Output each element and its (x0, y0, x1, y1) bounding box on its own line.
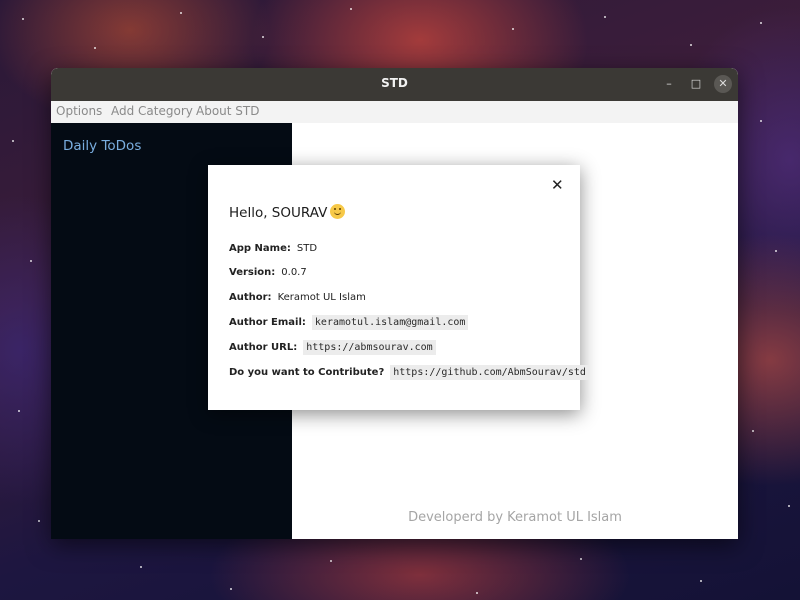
star-decoration (180, 12, 182, 14)
sidebar-item-daily-todos[interactable]: Daily ToDos (63, 138, 141, 154)
info-row-author-email: Author Email: keramotul.islam@gmail.com (229, 315, 469, 330)
info-value: STD (296, 243, 318, 254)
star-decoration (775, 250, 777, 252)
star-decoration (38, 520, 40, 522)
minimize-button[interactable]: – (660, 75, 678, 93)
star-decoration (230, 588, 232, 590)
maximize-button[interactable]: □ (687, 75, 705, 93)
window-title: STD (381, 76, 408, 90)
star-decoration (580, 558, 582, 560)
menu-add-category[interactable]: Add Category (111, 104, 193, 118)
about-dialog: ✕ Hello, SOURAV App Name: STD Version: 0.0… (208, 165, 589, 410)
info-value: Keramot UL Islam (277, 292, 366, 303)
developer-credit: Developerd by Keramot UL Islam (408, 510, 622, 525)
star-decoration (12, 140, 14, 142)
star-decoration (512, 28, 514, 30)
star-decoration (690, 44, 692, 46)
info-row-author-url: Author URL: https://abmsourav.com (229, 340, 436, 355)
star-decoration (140, 566, 142, 568)
info-label: Version: (229, 267, 276, 278)
star-decoration (330, 560, 332, 562)
info-label: Author URL: (229, 342, 298, 353)
dialog-greeting: Hello, SOURAV (229, 204, 346, 221)
info-row-author: Author: Keramot UL Islam (229, 292, 366, 303)
star-decoration (700, 580, 702, 582)
info-row-contribute: Do you want to Contribute? https://github… (229, 365, 589, 380)
smile-icon (330, 204, 346, 219)
author-email-value[interactable]: keramotul.islam@gmail.com (311, 315, 469, 330)
close-window-button[interactable]: ✕ (714, 75, 732, 93)
info-label: Author: (229, 292, 272, 303)
menu-bar: Options Add Category About STD (51, 101, 738, 123)
greeting-text: Hello, SOURAV (229, 205, 328, 221)
menu-about[interactable]: About STD (196, 104, 259, 118)
info-value: 0.0.7 (281, 267, 307, 278)
star-decoration (94, 47, 96, 49)
star-decoration (350, 8, 352, 10)
author-url-link[interactable]: https://abmsourav.com (303, 340, 436, 355)
info-label: App Name: (229, 243, 291, 254)
close-dialog-button[interactable]: ✕ (551, 177, 564, 193)
star-decoration (752, 430, 754, 432)
desktop-background: STD – □ ✕ Options Add Category About STD… (0, 0, 800, 600)
star-decoration (788, 505, 790, 507)
star-decoration (604, 16, 606, 18)
info-row-version: Version: 0.0.7 (229, 267, 307, 278)
star-decoration (22, 18, 24, 20)
star-decoration (760, 22, 762, 24)
info-row-app-name: App Name: STD (229, 243, 317, 254)
window-titlebar[interactable]: STD – □ ✕ (51, 68, 738, 101)
contribute-url-link[interactable]: https://github.com/AbmSourav/std (390, 365, 589, 380)
star-decoration (760, 120, 762, 122)
star-decoration (18, 410, 20, 412)
menu-options[interactable]: Options (56, 104, 102, 118)
star-decoration (30, 260, 32, 262)
info-label: Do you want to Contribute? (229, 367, 385, 378)
star-decoration (476, 592, 478, 594)
star-decoration (262, 36, 264, 38)
info-label: Author Email: (229, 317, 306, 328)
